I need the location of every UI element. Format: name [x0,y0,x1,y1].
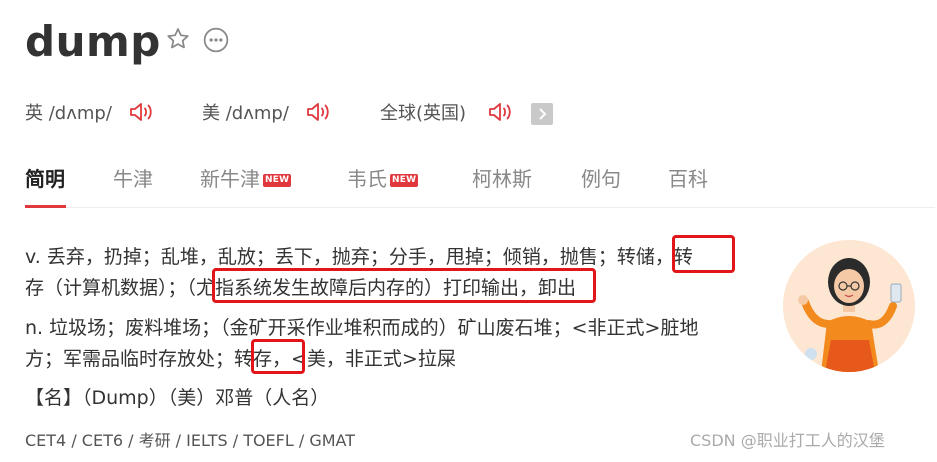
active-tab-indicator [25,205,66,208]
definition-name: 【名】（Dump）（美）邓普（人名） [25,387,330,409]
girl-illustration [783,240,915,372]
headword: dump [25,17,161,66]
definition-noun-line1: n. 垃圾场；废料堆场；（金矿开采作业堆积而成的）矿山废石堆；<非正式>脏地 [25,317,699,339]
tab-label: 百科 [668,167,708,191]
definition-noun-line2: 方；军需品临时存放处；转存，<美，非正式>拉屎 [25,348,456,370]
tab-label: 牛津 [113,167,153,191]
watermark: CSDN @职业打工人的汉堡 [690,431,885,450]
pronunciation-uk: 英 /dʌmp/ [25,103,112,124]
tab-jianming[interactable]: 简明 [25,165,65,193]
speaker-icon[interactable] [127,98,155,126]
pronunciation-global: 全球(英国) [380,103,467,124]
tab-collins[interactable]: 柯林斯 [472,165,532,193]
speaker-icon[interactable] [486,98,514,126]
exam-tags: CET4 / CET6 / 考研 / IELTS / TOEFL / GMAT [25,431,356,450]
new-badge: NEW [390,174,419,187]
tab-examples[interactable]: 例句 [581,165,621,193]
tab-label: 柯林斯 [472,167,532,191]
star-outline-icon[interactable] [165,26,191,52]
tab-encyclopedia[interactable]: 百科 [668,165,708,193]
more-options-icon[interactable] [203,27,229,53]
highlight-box [251,339,305,374]
tab-webster[interactable]: 韦氏 NEW [347,165,419,193]
new-badge: NEW [263,174,292,187]
tab-divider [25,207,935,208]
highlight-box [212,268,596,303]
tab-label: 简明 [25,167,65,191]
tab-label: 韦氏 [347,167,387,191]
tab-label: 新牛津 [200,167,260,191]
tab-label: 例句 [581,167,621,191]
tab-new-oxford[interactable]: 新牛津 NEW [200,165,292,193]
play-icon[interactable] [531,103,553,125]
speaker-icon[interactable] [304,98,332,126]
tab-oxford[interactable]: 牛津 [113,165,153,193]
pronunciation-us: 美 /dʌmp/ [202,103,289,124]
highlight-box [672,235,735,273]
